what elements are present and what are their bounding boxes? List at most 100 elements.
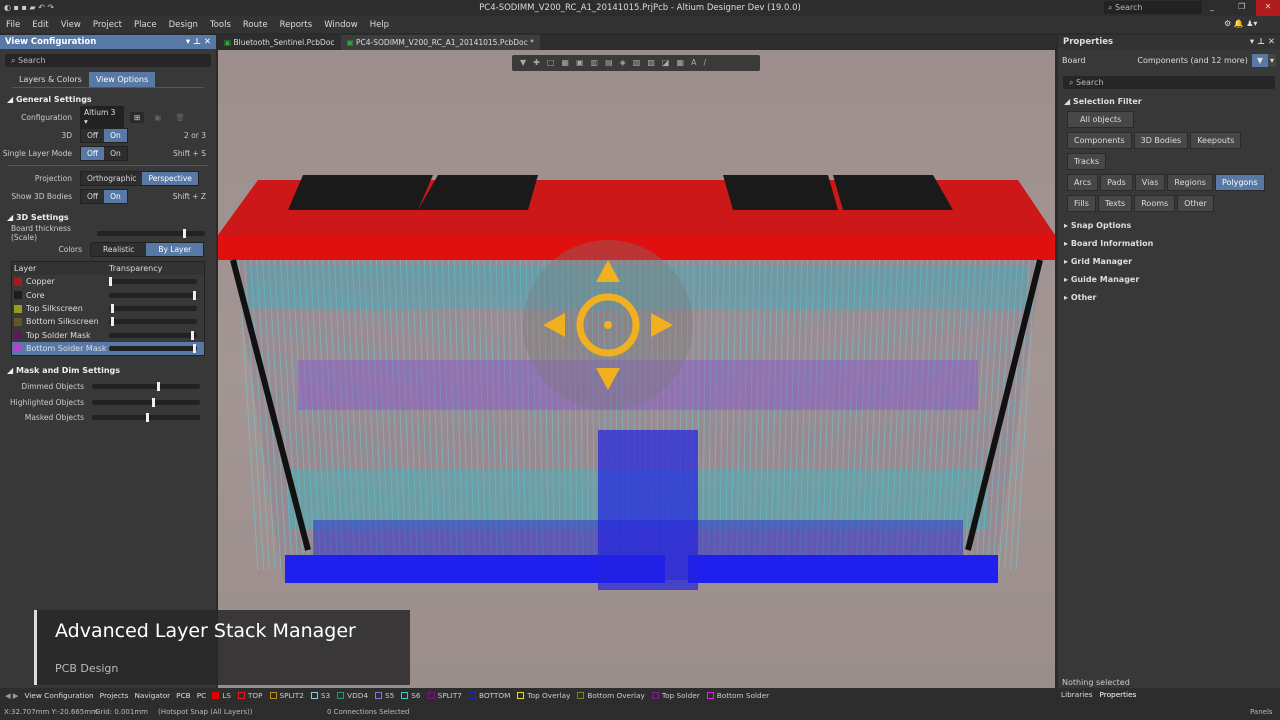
tab-pc4-sodimm[interactable]: ▣ PC4-SODIMM_V200_RC_A1_20141015.PcbDoc … [340,35,540,50]
filter-other[interactable]: Other [1177,195,1214,212]
transparency-slider[interactable] [109,317,197,327]
close-button[interactable]: ✕ [1256,0,1280,16]
settings-icons[interactable]: ⚙ 🔔 ♟▾ [1224,19,1257,28]
transparency-slider[interactable] [109,277,197,287]
layer-row[interactable]: Top Silkscreen [12,302,204,315]
transparency-slider[interactable] [109,330,197,340]
tab-navigator[interactable]: Navigator [134,691,170,700]
tab-pcb[interactable]: PCB [176,691,191,700]
menu-window[interactable]: Window [318,16,364,30]
search-input[interactable]: ⌕ Search [5,54,211,67]
layer-row[interactable]: Core [12,289,204,302]
section-header[interactable]: ▸ Guide Manager [1058,272,1280,290]
properties-search[interactable]: ⌕ Search [1063,76,1275,89]
layer-tab[interactable]: TOP [237,691,263,700]
layer-tab[interactable]: S6 [401,691,421,700]
section-header[interactable]: ▸ Snap Options [1058,218,1280,236]
delete-icon[interactable]: 🗑 [175,113,185,122]
menu-design[interactable]: Design [163,16,204,30]
show-3d-bodies-toggle[interactable]: Off On [80,188,128,204]
filter-regions[interactable]: Regions [1167,174,1213,191]
active-bar-toolbar[interactable]: ▼✚□▦▣▥▤◈▧▨◪▦A∕ [512,55,760,71]
menu-place[interactable]: Place [128,16,163,30]
tab-properties[interactable]: Properties [1099,690,1136,699]
filter-3d-bodies[interactable]: 3D Bodies [1133,132,1189,149]
layer-color-swatch[interactable] [14,291,22,300]
menu-reports[interactable]: Reports [274,16,319,30]
global-search[interactable]: ⌕ Search [1104,1,1202,14]
mask-dim-header[interactable]: ◢ Mask and Dim Settings [0,362,216,379]
layer-color-swatch[interactable] [14,304,22,313]
layer-tab[interactable]: S3 [310,691,330,700]
projection-toggle[interactable]: Orthographic Perspective [80,170,199,186]
filter-tracks[interactable]: Tracks [1067,153,1107,170]
layer-tab[interactable]: Bottom Solder [706,691,769,700]
tab-view-configuration[interactable]: View Configuration [25,691,94,700]
tab-libraries[interactable]: Libraries [1061,690,1093,699]
layer-row[interactable]: Bottom Solder Mask [12,341,204,356]
tab-layers-colors[interactable]: Layers & Colors [12,72,89,87]
layer-row[interactable]: Copper [12,275,204,288]
filter-all-objects[interactable]: All objects [1067,111,1135,128]
mask-slider[interactable] [92,413,200,423]
layer-row[interactable]: Bottom Silkscreen [12,315,204,328]
transparency-slider[interactable] [109,290,197,300]
add-config-button[interactable]: ⊞ [130,111,145,123]
layer-color-swatch[interactable] [14,317,22,326]
filter-pads[interactable]: Pads [1100,174,1133,191]
menu-view[interactable]: View [55,16,87,30]
section-header[interactable]: ▸ Board Information [1058,236,1280,254]
tab-bluetooth-sentinel[interactable]: ▣ Bluetooth_Sentinel.PcbDoc [218,35,341,50]
tab-projects[interactable]: Projects [100,691,129,700]
layer-tab[interactable]: S5 [375,691,394,700]
tab-view-options[interactable]: View Options [88,72,156,87]
layer-tab[interactable]: SPLIT2 [269,691,304,700]
toolbar-icons[interactable]: ▼✚□▦▣▥▤◈▧▨◪▦A∕ [512,55,760,70]
layer-tab[interactable]: VDD4 [337,691,368,700]
selection-filter-header[interactable]: ◢ Selection Filter [1058,94,1280,109]
section-header[interactable]: ▸ Other [1058,290,1280,308]
panels-button[interactable]: Panels [1250,708,1273,716]
layer-tab[interactable]: SPLIT7 [427,691,462,700]
layer-row[interactable]: Top Solder Mask [12,328,204,341]
filter-polygons[interactable]: Polygons [1214,174,1265,191]
filter-fills[interactable]: Fills [1067,195,1096,212]
menu-route[interactable]: Route [237,16,274,30]
filter-rooms[interactable]: Rooms [1134,195,1176,212]
restore-button[interactable]: ❐ [1238,2,1245,11]
filter-icon[interactable]: ▼ [1251,53,1268,67]
layer-tab[interactable]: Bottom Overlay [577,691,645,700]
layer-color-swatch[interactable] [14,277,22,286]
menu-tools[interactable]: Tools [204,16,237,30]
menu-edit[interactable]: Edit [26,16,54,30]
3d-toggle[interactable]: Off On [80,127,128,143]
transparency-slider[interactable] [109,304,197,314]
layer-tab[interactable]: BOTTOM [468,691,510,700]
filter-dropdown[interactable]: ▾ [1267,53,1276,67]
layer-color-swatch[interactable] [14,344,22,353]
colors-toggle[interactable]: Realistic By Layer [90,241,205,257]
tab-pc[interactable]: PC [197,691,207,700]
filter-keepouts[interactable]: Keepouts [1190,132,1242,149]
minimize-button[interactable]: _ [1210,2,1214,11]
board-thickness-slider[interactable] [97,228,205,238]
section-header[interactable]: ▸ Grid Manager [1058,254,1280,272]
save-icon[interactable]: ▣ [154,113,161,122]
layer-tab[interactable]: Top Solder [651,691,700,700]
menu-project[interactable]: Project [87,16,128,30]
scroll-arrows[interactable]: ◀ ▶ [5,691,19,700]
filter-texts[interactable]: Texts [1097,195,1133,212]
layer-tab[interactable]: Top Overlay [517,691,570,700]
panel-controls[interactable]: ▾ ⊥ ✕ [186,37,211,47]
layer-color-swatch[interactable] [14,331,22,340]
transparency-slider[interactable] [109,343,197,353]
menu-help[interactable]: Help [364,16,395,30]
menu-file[interactable]: File [0,16,26,30]
pcb-3d-viewport[interactable] [218,50,1055,688]
mask-slider[interactable] [92,382,200,392]
mask-slider[interactable] [92,397,200,407]
filter-vias[interactable]: Vias [1134,174,1166,191]
filter-components[interactable]: Components [1067,132,1132,149]
configuration-dropdown[interactable]: Altium 3 ▾ [80,106,124,128]
layer-tab[interactable]: LS [212,691,231,700]
